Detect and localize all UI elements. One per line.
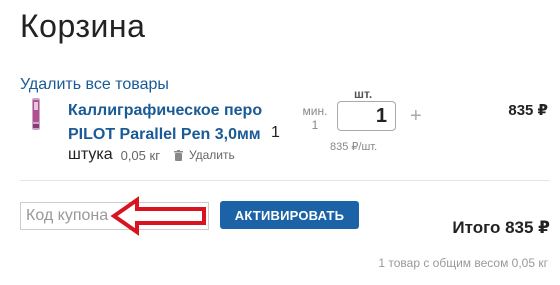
min-quantity-label: мин. [302,104,328,118]
unit-label: шт. [354,87,373,101]
increase-quantity-button[interactable]: + [410,106,422,126]
trash-icon [173,149,183,161]
remove-all-link[interactable]: Удалить все товары [20,76,169,94]
order-summary: 1 товар с общим весом 0,05 кг [378,256,548,270]
item-quantity-unit: штука [68,146,113,163]
product-thumbnail[interactable] [28,98,44,130]
quantity-input[interactable] [337,101,396,131]
order-total: Итого 835 ₽ [452,218,550,237]
item-quantity-count: 1 [271,124,280,141]
min-quantity: мин. 1 [298,104,332,132]
item-weight: 0,05 кг [120,147,160,163]
delete-item-label: Удалить [188,148,235,162]
coupon-input[interactable] [20,202,209,230]
min-quantity-value: 1 [311,118,319,132]
divider [20,180,550,181]
delete-item-button[interactable]: Удалить [173,148,235,162]
item-meta: штука 0,05 кг Удалить [68,146,235,164]
line-price: 835 ₽ [508,102,548,119]
product-name-link[interactable]: Каллиграфическое перо PILOT Parallel Pen… [68,99,268,147]
page-title: Корзина [20,8,146,44]
activate-coupon-button[interactable]: АКТИВИРОВАТЬ [220,201,359,229]
unit-price: 835 ₽/шт. [330,141,378,153]
